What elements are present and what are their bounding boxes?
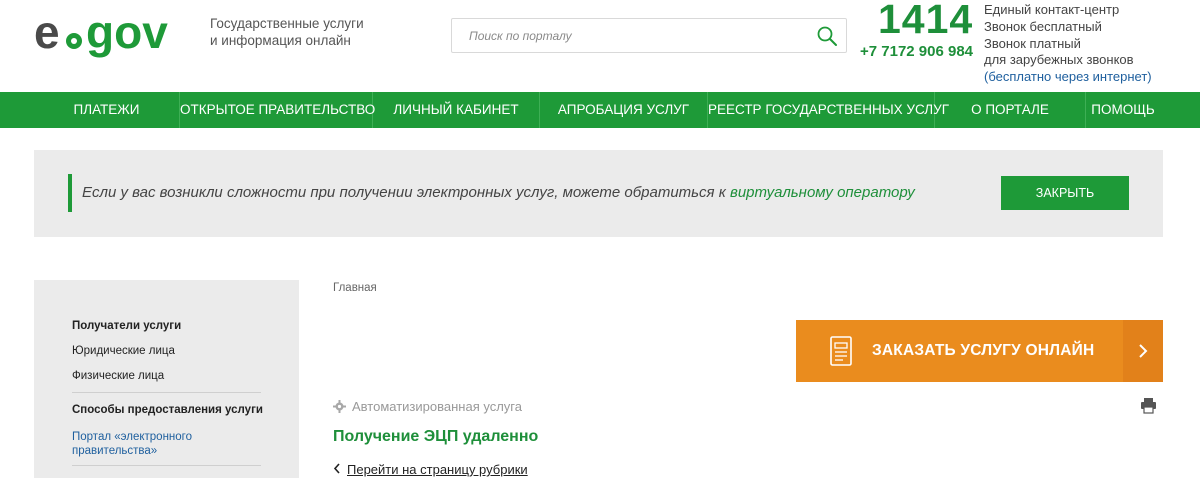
svg-text:gov: gov bbox=[86, 8, 168, 58]
print-icon[interactable] bbox=[1140, 397, 1157, 414]
search-icon[interactable] bbox=[816, 25, 838, 47]
document-icon bbox=[830, 336, 852, 366]
contact-line: для зарубежных звонков bbox=[984, 52, 1134, 68]
back-to-category-link[interactable]: Перейти на страницу рубрики bbox=[333, 462, 528, 477]
virtual-operator-notice: Если у вас возникли сложности при получе… bbox=[34, 150, 1163, 237]
nav-item-open-government[interactable]: ОТКРЫТОЕ ПРАВИТЕЛЬСТВО bbox=[180, 92, 375, 128]
contact-line: Звонок платный bbox=[984, 35, 1081, 51]
nav-item-payments[interactable]: ПЛАТЕЖИ bbox=[34, 92, 180, 128]
contact-phone-long[interactable]: +7 7172 906 984 bbox=[860, 43, 973, 60]
order-arrow-box bbox=[1123, 320, 1163, 382]
contact-info: Единый контакт-центр Звонок бесплатный З… bbox=[984, 2, 1152, 86]
contact-phone-short[interactable]: 1414 bbox=[878, 0, 973, 43]
sidebar-divider bbox=[72, 465, 261, 466]
recipient-individuals: Физические лица bbox=[72, 370, 165, 382]
chevron-left-icon bbox=[333, 463, 340, 474]
tagline-line: и информация онлайн bbox=[210, 33, 351, 48]
breadcrumb-home[interactable]: Главная bbox=[333, 282, 377, 294]
nav-spacer bbox=[0, 92, 34, 128]
chevron-right-icon bbox=[1139, 344, 1148, 358]
sidebar-divider bbox=[72, 392, 261, 393]
service-type-label: Автоматизированная услуга bbox=[352, 399, 522, 414]
site-tagline: Государственные услуги и информация онла… bbox=[210, 15, 364, 49]
method-portal-link[interactable]: Портал «электронного правительства» bbox=[72, 430, 192, 458]
nav-item-service-registry[interactable]: РЕЕСТР ГОСУДАРСТВЕННЫХ УСЛУГ bbox=[708, 92, 949, 128]
nav-items: ПЛАТЕЖИ ОТКРЫТОЕ ПРАВИТЕЛЬСТВО ЛИЧНЫЙ КА… bbox=[34, 92, 1160, 128]
order-button-label: ЗАКАЗАТЬ УСЛУГУ ОНЛАЙН bbox=[872, 342, 1095, 359]
contact-line: Единый контакт-центр bbox=[984, 2, 1120, 17]
notice-message: Если у вас возникли сложности при получе… bbox=[82, 184, 730, 201]
back-link-label: Перейти на страницу рубрики bbox=[347, 462, 528, 477]
notice-text: Если у вас возникли сложности при получе… bbox=[82, 184, 915, 201]
method-link-line: Портал «электронного bbox=[72, 431, 193, 443]
search-input[interactable] bbox=[452, 19, 802, 52]
service-title: Получение ЭЦП удаленно bbox=[333, 428, 539, 445]
tagline-line: Государственные услуги bbox=[210, 16, 364, 31]
gear-icon bbox=[333, 400, 346, 413]
recipient-legal-entities: Юридические лица bbox=[72, 345, 175, 357]
close-notice-button[interactable]: ЗАКРЫТЬ bbox=[1001, 176, 1129, 210]
notice-accent-bar bbox=[68, 174, 72, 212]
nav-item-personal-cabinet[interactable]: ЛИЧНЫЙ КАБИНЕТ bbox=[373, 92, 540, 128]
svg-text:e: e bbox=[34, 8, 60, 58]
search-box bbox=[451, 18, 847, 53]
nav-item-service-testing[interactable]: АПРОБАЦИЯ УСЛУГ bbox=[540, 92, 708, 128]
service-type: Автоматизированная услуга bbox=[333, 399, 522, 414]
contact-free-internet-link[interactable]: (бесплатно через интернет) bbox=[984, 69, 1152, 86]
virtual-operator-link[interactable]: виртуальному оператору bbox=[730, 184, 915, 201]
nav-item-about[interactable]: О ПОРТАЛЕ bbox=[935, 92, 1086, 128]
contact-line: Звонок бесплатный bbox=[984, 18, 1102, 34]
sidebar: Получатели услуги Юридические лица Физич… bbox=[34, 280, 299, 478]
nav-item-help[interactable]: ПОМОЩЬ bbox=[1086, 92, 1160, 128]
recipients-heading: Получатели услуги bbox=[72, 320, 182, 332]
site-header: e gov Государственные услуги и информаци… bbox=[0, 0, 1200, 92]
egov-logo[interactable]: e gov bbox=[34, 6, 196, 66]
main-nav: ПЛАТЕЖИ ОТКРЫТОЕ ПРАВИТЕЛЬСТВО ЛИЧНЫЙ КА… bbox=[0, 92, 1200, 128]
methods-heading: Способы предоставления услуги bbox=[72, 404, 263, 416]
method-link-line: правительства» bbox=[72, 445, 158, 457]
order-service-online-button[interactable]: ЗАКАЗАТЬ УСЛУГУ ОНЛАЙН bbox=[796, 320, 1163, 382]
